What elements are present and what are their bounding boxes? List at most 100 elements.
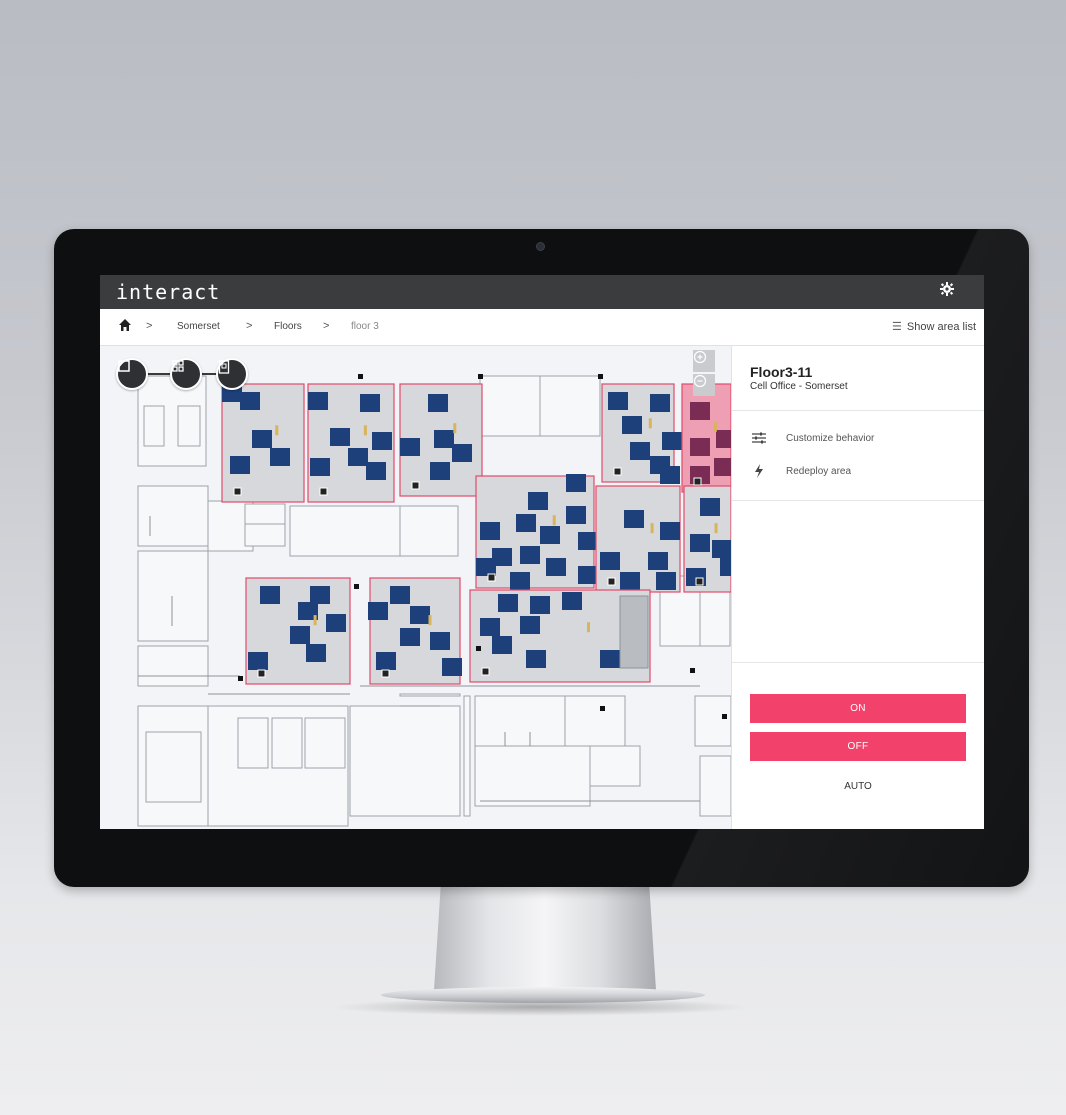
desk-cluster: [306, 644, 326, 662]
floor-plan-drawing: [137, 374, 731, 827]
room-outline: [177, 405, 201, 447]
room-outline: [399, 505, 459, 557]
node-marker: [613, 467, 622, 476]
zoom-out-icon[interactable]: [693, 374, 715, 396]
breadcrumb-separator: >: [323, 320, 330, 332]
sensor-mark: [587, 622, 590, 633]
device-icon[interactable]: [216, 358, 248, 390]
anchor-point: [690, 668, 695, 673]
room-outline: [143, 405, 165, 447]
desk-cluster: [712, 540, 731, 558]
desk-cluster: [240, 392, 260, 410]
breadcrumb: > Somerset > Floors > floor 3 ☰ Show area…: [100, 309, 984, 346]
desk-cluster: [376, 652, 396, 670]
node-marker: [257, 669, 266, 678]
desk-cluster: [648, 552, 668, 570]
sensor-mark: [650, 523, 654, 534]
desk-cluster: [520, 616, 540, 634]
sensor-mark: [713, 421, 717, 432]
customize-behavior-button[interactable]: Customize behavior: [750, 429, 874, 447]
desk-cluster: [252, 430, 272, 448]
desk-cluster: [310, 586, 330, 604]
breadcrumb-separator: >: [146, 320, 153, 332]
node-marker: [607, 577, 616, 586]
sensor-mark: [714, 523, 718, 534]
node-marker: [381, 669, 390, 678]
gear-icon[interactable]: [938, 282, 956, 300]
anchor-point: [598, 374, 603, 379]
desk-cluster: [600, 650, 620, 668]
anchor-point: [354, 584, 359, 589]
desk-cluster: [530, 596, 550, 614]
area-select-icon[interactable]: [116, 358, 148, 390]
breadcrumb-floors[interactable]: Floors: [274, 321, 302, 332]
desk-cluster: [410, 606, 430, 624]
desk-cluster: [498, 594, 518, 612]
desk-cluster: [690, 438, 710, 456]
anchor-point: [358, 374, 363, 379]
desk-cluster: [430, 462, 450, 480]
monitor-base: [381, 987, 705, 1003]
desk-cluster: [290, 626, 310, 644]
room-outline: [244, 503, 286, 525]
desk-cluster: [434, 430, 454, 448]
divider: [732, 410, 984, 411]
desk-cluster: [270, 448, 290, 466]
on-button[interactable]: ON: [750, 694, 966, 723]
breadcrumb-somerset[interactable]: Somerset: [177, 321, 220, 332]
desk-cluster: [372, 432, 392, 450]
room-outline: [271, 717, 303, 769]
desk-cluster: [714, 458, 731, 476]
home-icon[interactable]: [118, 318, 132, 332]
desk-cluster: [428, 394, 448, 412]
bolt-icon: [750, 464, 768, 478]
breadcrumb-separator: >: [246, 320, 253, 332]
desk-cluster: [624, 510, 644, 528]
room-outline: [237, 717, 269, 769]
room-outline: [474, 745, 591, 807]
desk-cluster: [480, 522, 500, 540]
node-marker: [487, 573, 496, 582]
desk-cluster: [308, 392, 328, 410]
node-marker: [319, 487, 328, 496]
desk-cluster: [510, 572, 530, 590]
room-outline: [399, 693, 461, 697]
node-marker: [411, 481, 420, 490]
redeploy-area-label: Redeploy area: [786, 465, 852, 477]
desk-cluster: [566, 474, 586, 492]
off-button[interactable]: OFF: [750, 732, 966, 761]
redeploy-area-button[interactable]: Redeploy area: [750, 462, 851, 480]
room-outline: [137, 550, 209, 642]
floor-plan-map[interactable]: [100, 346, 731, 829]
grid-icon[interactable]: [170, 358, 202, 390]
area-subtitle: Cell Office - Somerset: [750, 381, 848, 392]
desk-cluster: [520, 546, 540, 564]
auto-button[interactable]: AUTO: [750, 776, 966, 796]
anchor-point: [600, 706, 605, 711]
room-outline: [289, 505, 401, 557]
zoom-in-icon[interactable]: [693, 350, 715, 372]
divider: [732, 500, 984, 501]
desk-cluster: [650, 394, 670, 412]
room-outline: [137, 645, 209, 687]
desk-cluster: [248, 652, 268, 670]
desk-cluster: [326, 614, 346, 632]
sensor-mark: [428, 615, 432, 626]
room-outline: [463, 695, 471, 817]
desk-cluster: [452, 444, 472, 462]
desk-cluster: [348, 448, 368, 466]
divider: [732, 662, 984, 663]
node-marker: [481, 667, 490, 676]
anchor-point: [722, 714, 727, 719]
room-outline: [479, 375, 541, 437]
node-marker: [233, 487, 242, 496]
sliders-icon: [750, 431, 768, 445]
desk-cluster: [476, 558, 496, 576]
desk-cluster: [716, 430, 731, 448]
sensor-mark: [363, 425, 367, 436]
room-outline: [694, 695, 731, 747]
desk-cluster: [700, 498, 720, 516]
desk-cluster: [260, 586, 280, 604]
show-area-list-button[interactable]: ☰ Show area list: [892, 320, 976, 333]
desk-cluster: [366, 462, 386, 480]
